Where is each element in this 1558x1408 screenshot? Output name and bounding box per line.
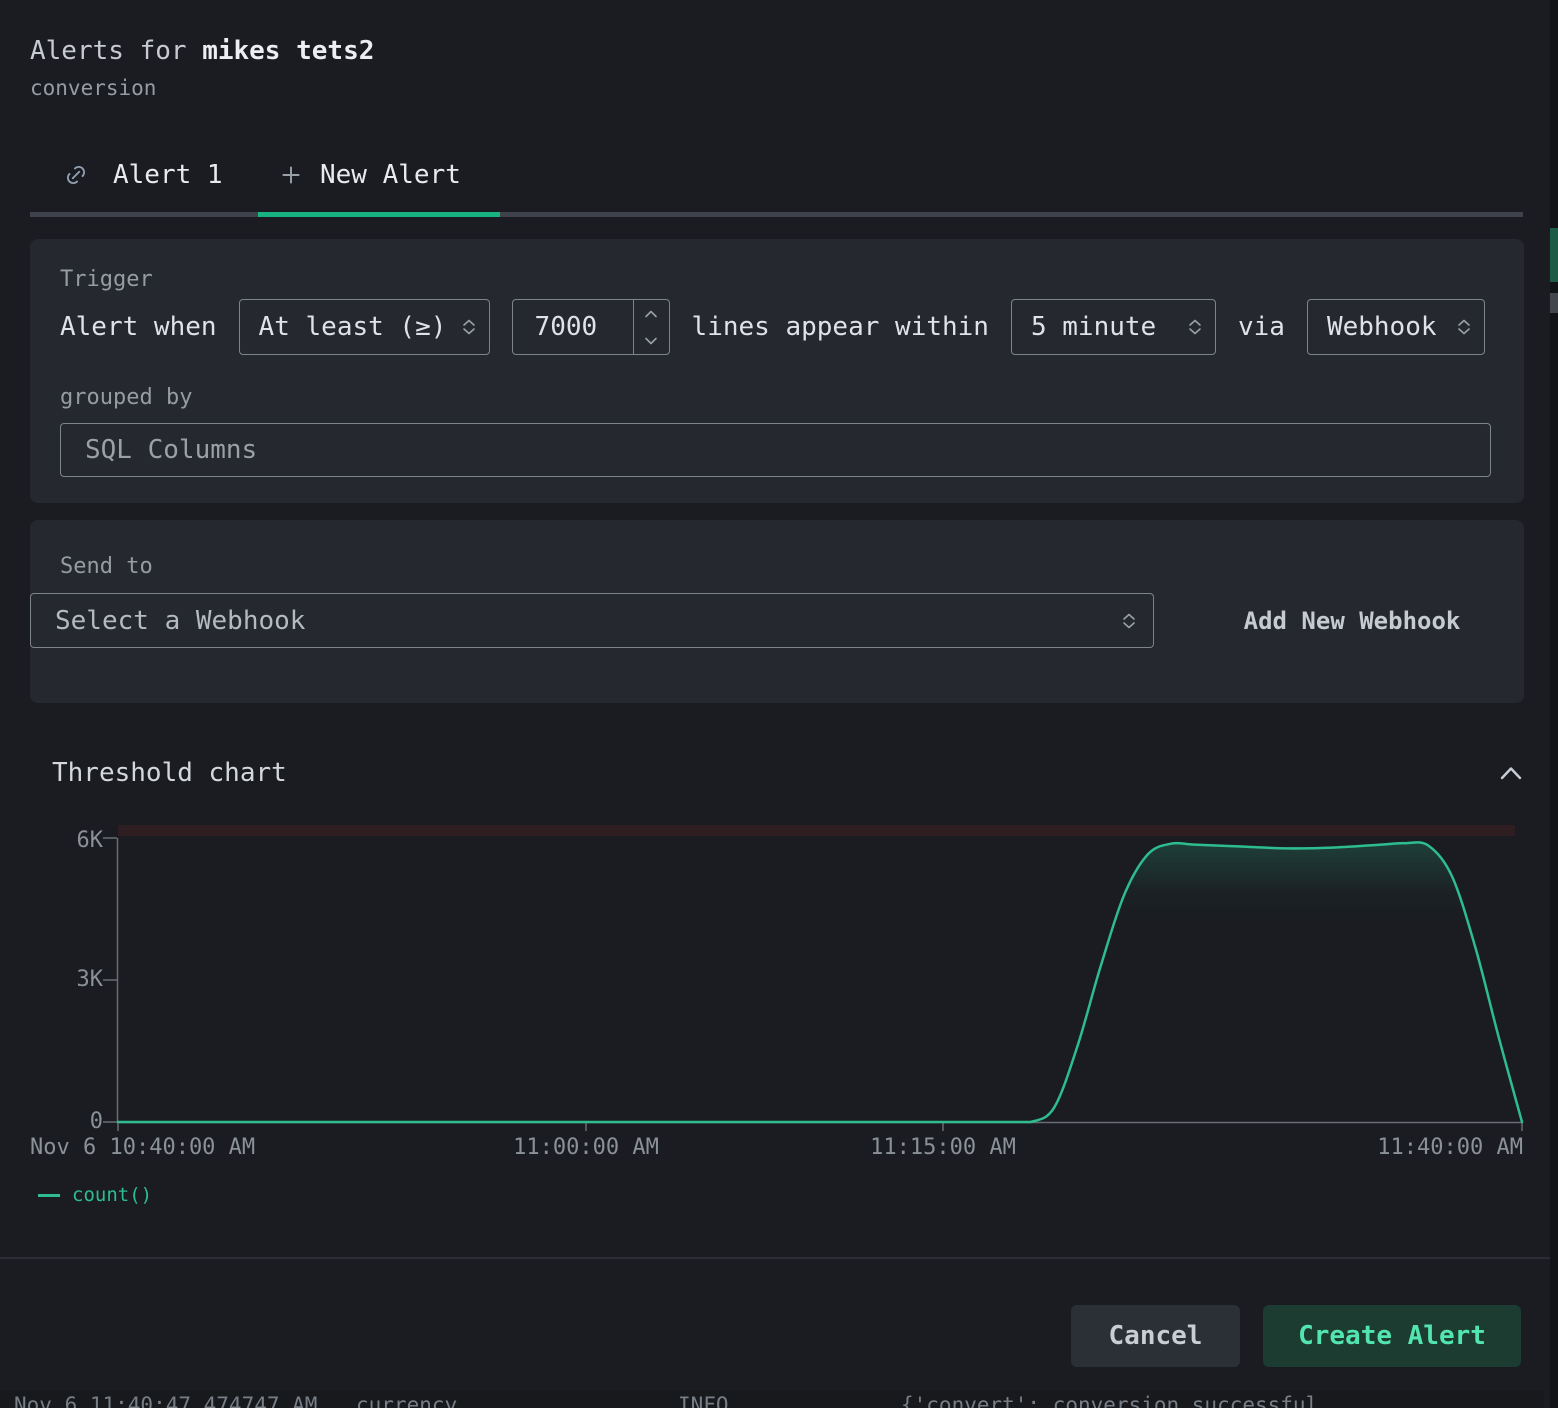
tab-alert-1-label: Alert 1 bbox=[113, 160, 223, 190]
chevron-up-down-icon bbox=[459, 315, 479, 339]
stepper-down-button[interactable] bbox=[634, 327, 669, 354]
webhook-select[interactable]: Select a Webhook bbox=[30, 593, 1154, 648]
lines-appear-within-text: lines appear within bbox=[692, 312, 989, 342]
chevron-down-icon bbox=[643, 336, 659, 346]
create-alert-button[interactable]: Create Alert bbox=[1263, 1305, 1521, 1367]
right-edge-scrollbar bbox=[1550, 0, 1558, 1408]
collapse-chart-button[interactable] bbox=[1492, 756, 1530, 790]
plus-icon bbox=[278, 162, 304, 188]
send-to-label: Send to bbox=[60, 554, 153, 580]
webhook-select-value: Select a Webhook bbox=[55, 606, 305, 636]
chart-legend: count() bbox=[38, 1184, 152, 1206]
chevron-up-down-icon bbox=[1119, 609, 1139, 633]
channel-select-value: Webhook bbox=[1327, 312, 1437, 342]
threshold-alert-band bbox=[118, 825, 1515, 836]
threshold-chart bbox=[0, 820, 1536, 1152]
condition-select[interactable]: At least (≥) bbox=[239, 299, 490, 355]
add-new-webhook-button[interactable]: Add New Webhook bbox=[1216, 593, 1488, 648]
y-tick-3k: 3K bbox=[29, 967, 103, 993]
tabs-divider bbox=[30, 212, 1523, 217]
time-window-select-value: 5 minute bbox=[1031, 312, 1156, 342]
threshold-number-input-group bbox=[512, 299, 670, 355]
y-tick-0: 0 bbox=[29, 1109, 103, 1135]
send-to-section: Send to Select a Webhook Add New Webhook bbox=[30, 520, 1524, 703]
alert-when-text: Alert when bbox=[60, 312, 217, 342]
x-tick-1100: 11:00:00 AM bbox=[496, 1135, 676, 1161]
active-tab-indicator bbox=[258, 212, 500, 217]
trigger-section-label: Trigger bbox=[60, 267, 153, 293]
y-tick-6k: 6K bbox=[29, 828, 103, 854]
x-tick-start: Nov 6 10:40:00 AM bbox=[30, 1135, 255, 1161]
page-title-name: mikes tets2 bbox=[202, 36, 374, 66]
trigger-control-row: Alert when At least (≥) bbox=[60, 299, 1485, 355]
via-text: via bbox=[1238, 312, 1285, 342]
log-timestamp: Nov 6 11:40:47.474747 AM bbox=[14, 1393, 317, 1408]
tab-new-alert[interactable]: New Alert bbox=[278, 152, 461, 198]
log-message: {'convert': conversion successful bbox=[901, 1393, 1318, 1408]
chevron-up-icon bbox=[1496, 764, 1526, 782]
scrollbar-accent-segment[interactable] bbox=[1550, 228, 1558, 282]
log-service: currency bbox=[356, 1393, 457, 1408]
group-by-input-wrapper bbox=[60, 423, 1491, 477]
trigger-section: Trigger Alert when At least (≥) bbox=[30, 239, 1524, 503]
series-area bbox=[118, 842, 1522, 1122]
condition-select-value: At least (≥) bbox=[259, 312, 447, 342]
page-title-prefix: Alerts for bbox=[30, 36, 202, 66]
channel-select[interactable]: Webhook bbox=[1307, 299, 1485, 355]
grouped-by-label: grouped by bbox=[60, 385, 192, 411]
link-icon bbox=[63, 162, 89, 188]
stepper-up-button[interactable] bbox=[634, 300, 669, 327]
threshold-input[interactable] bbox=[513, 300, 633, 354]
tab-alert-1[interactable]: Alert 1 bbox=[63, 152, 223, 198]
alerts-modal: Alerts for mikes tets2 conversion Alert … bbox=[0, 0, 1558, 1408]
background-log-row: Nov 6 11:40:47.474747 AM currency INFO {… bbox=[0, 1391, 1544, 1408]
x-tick-1140: 11:40:00 AM bbox=[1343, 1135, 1523, 1161]
x-tick-1115: 11:15:00 AM bbox=[853, 1135, 1033, 1161]
cancel-button[interactable]: Cancel bbox=[1071, 1305, 1240, 1367]
page-subtitle: conversion bbox=[30, 76, 156, 100]
threshold-stepper bbox=[633, 300, 669, 354]
chevron-up-down-icon bbox=[1454, 315, 1474, 339]
group-by-input[interactable] bbox=[61, 424, 1490, 476]
tab-new-alert-label: New Alert bbox=[320, 160, 461, 190]
time-window-select[interactable]: 5 minute bbox=[1011, 299, 1216, 355]
chevron-up-down-icon bbox=[1185, 315, 1205, 339]
threshold-chart-title: Threshold chart bbox=[52, 758, 287, 788]
footer-divider bbox=[0, 1257, 1558, 1259]
page-title: Alerts for mikes tets2 bbox=[30, 36, 374, 66]
scrollbar-thumb[interactable] bbox=[1550, 293, 1558, 313]
legend-line-swatch bbox=[38, 1194, 60, 1197]
legend-series-label: count() bbox=[72, 1184, 152, 1206]
log-level: INFO bbox=[678, 1393, 729, 1408]
chevron-up-icon bbox=[643, 309, 659, 319]
